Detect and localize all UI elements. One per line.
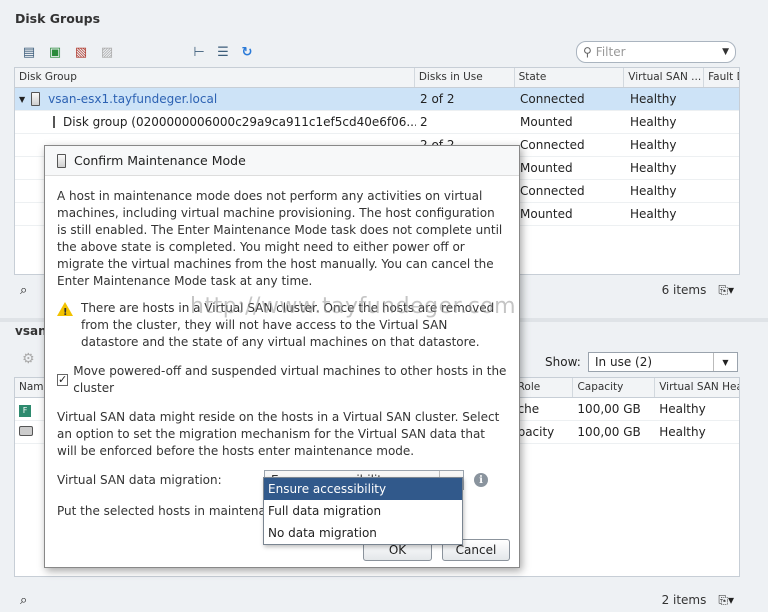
column-header[interactable]: Fault D	[704, 68, 739, 87]
vsan-health: Healthy	[630, 184, 677, 198]
dialog-header: Confirm Maintenance Mode	[45, 146, 519, 176]
vsan-health: Healthy	[630, 138, 677, 152]
host-icon	[31, 92, 41, 106]
watermark: http://www.tayfundeger.com	[190, 294, 517, 319]
export-icon[interactable]: ⎘▾	[718, 283, 734, 298]
vsan-note: Virtual SAN data might reside on the hos…	[57, 410, 500, 458]
item-count: 2 items	[661, 593, 707, 607]
dialog-body: A host in maintenance mode does not perf…	[45, 176, 519, 520]
table-header: Disk Group Disks in Use State Virtual SA…	[15, 68, 739, 88]
info-icon[interactable]: i	[474, 473, 488, 487]
dropdown-option[interactable]: Full data migration	[264, 500, 462, 522]
dialog-title: Confirm Maintenance Mode	[74, 153, 246, 168]
search-icon: ⚲	[583, 45, 592, 59]
column-header[interactable]: State	[515, 68, 625, 87]
item-count: 6 items	[661, 283, 707, 297]
create-disk-group-icon[interactable]: ▣	[46, 44, 64, 60]
warning-icon: !	[57, 302, 73, 318]
collapse-icon[interactable]: ⊢	[190, 44, 208, 60]
add-disk-icon[interactable]: ▨	[98, 44, 116, 60]
toolbar-right: ⊢ ☰ ↻	[190, 44, 256, 60]
disk-capacity: 100,00 GB	[577, 402, 641, 416]
export-icon[interactable]: ⎘▾	[718, 593, 734, 608]
state: Connected	[520, 184, 585, 198]
migration-label: Virtual SAN data migration:	[57, 472, 222, 487]
disk-group-icon	[53, 116, 55, 128]
state: Mounted	[520, 161, 573, 175]
state: Connected	[520, 138, 585, 152]
filter-input[interactable]: ⚲ Filter ▼	[576, 41, 736, 63]
disk-role: che	[517, 402, 540, 416]
column-header[interactable]: Virtual SAN Heal	[655, 378, 739, 397]
state: Mounted	[520, 115, 573, 129]
chevron-down-icon[interactable]: ▼	[722, 47, 729, 57]
binoculars-icon[interactable]: ⌕	[20, 283, 27, 298]
dropdown-option[interactable]: Ensure accessibility	[264, 478, 462, 500]
move-vms-checkbox[interactable]: ✓	[57, 374, 69, 386]
bottom-footer: ⌕ 2 items ⎘▾	[14, 588, 740, 612]
disk-health: Healthy	[659, 425, 706, 439]
binoculars-icon[interactable]: ⌕	[20, 593, 27, 608]
remove-disk-group-icon[interactable]: ▧	[72, 44, 90, 60]
state: Connected	[520, 92, 585, 106]
move-vms-label[interactable]: Move powered-off and suspended virtual m…	[73, 363, 507, 397]
disk-health: Healthy	[659, 402, 706, 416]
toolbar: ▤ ▣ ▧ ▨	[20, 44, 116, 60]
flash-disk-icon: F	[19, 404, 31, 417]
vsan-health: Healthy	[630, 92, 677, 106]
column-header[interactable]: Capacity	[573, 378, 656, 397]
vsan-health: Healthy	[630, 115, 677, 129]
column-header[interactable]: Virtual SAN ...	[624, 68, 705, 87]
migration-dropdown-list: Ensure accessibility Full data migration…	[263, 477, 463, 545]
list-icon[interactable]: ☰	[214, 44, 232, 60]
table-row[interactable]: Disk group (0200000006000c29a9ca911c1ef5…	[15, 111, 739, 134]
gear-icon[interactable]: ⚙	[22, 351, 35, 367]
column-header[interactable]: Role	[514, 378, 574, 397]
show-select[interactable]: In use (2) ▼	[588, 352, 738, 372]
disks-in-use: 2	[420, 115, 428, 129]
intro-text: A host in maintenance mode does not perf…	[57, 189, 503, 288]
show-label: Show:	[545, 355, 581, 369]
chevron-down-icon[interactable]: ▼	[713, 353, 737, 371]
expand-icon[interactable]: ▼	[19, 95, 25, 104]
refresh-icon[interactable]: ↻	[238, 44, 256, 60]
disk-capacity: 100,00 GB	[577, 425, 641, 439]
disk-role: pacity	[517, 425, 555, 439]
host-icon	[57, 153, 66, 168]
disks-in-use: 2 of 2	[420, 92, 455, 106]
hdd-icon	[19, 426, 33, 436]
vsan-health: Healthy	[630, 161, 677, 175]
host-name[interactable]: vsan-esx1.tayfundeger.local	[48, 92, 217, 106]
claim-disks-icon[interactable]: ▤	[20, 44, 38, 60]
filter-placeholder: Filter	[595, 45, 626, 59]
state: Mounted	[520, 207, 573, 221]
table-row[interactable]: ▼ vsan-esx1.tayfundeger.local 2 of 2 Con…	[15, 88, 739, 111]
vsan-health: Healthy	[630, 207, 677, 221]
dropdown-option[interactable]: No data migration	[264, 522, 462, 544]
disk-group-name: Disk group (0200000006000c29a9ca911c1ef5…	[63, 115, 416, 129]
column-header[interactable]: Disks in Use	[415, 68, 515, 87]
move-vms-option[interactable]: ✓ Move powered-off and suspended virtual…	[57, 363, 507, 397]
panel-title: Disk Groups	[15, 11, 101, 26]
column-header[interactable]: Disk Group	[15, 68, 415, 87]
show-select-value: In use (2)	[595, 355, 653, 369]
